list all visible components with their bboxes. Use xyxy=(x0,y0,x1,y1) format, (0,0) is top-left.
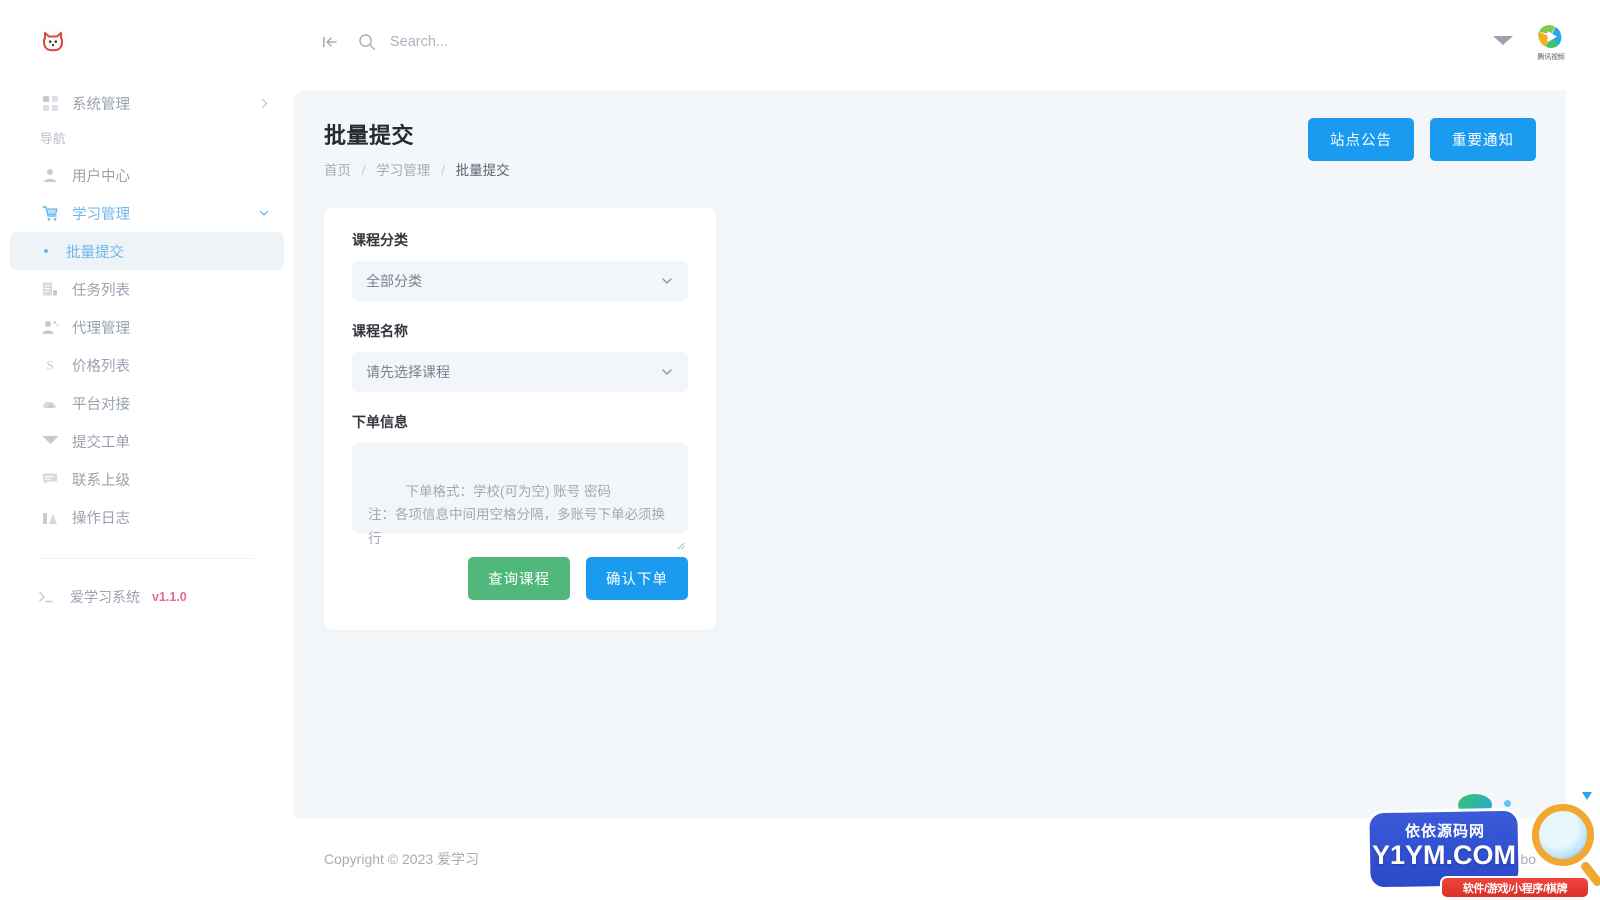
price-s-icon: S xyxy=(40,355,60,375)
page-header: 批量提交 首页 / 学习管理 / 批量提交 站点公告 重要通知 xyxy=(324,118,1536,179)
envelope-icon xyxy=(40,431,60,451)
page-actions: 站点公告 重要通知 xyxy=(1308,118,1536,161)
sidebar-item-label: 操作日志 xyxy=(72,510,130,527)
sidebar-subitem-label: 批量提交 xyxy=(66,244,124,261)
app-root: 系统管理 导航 用户中心 学习管理 批量提交 任务列表 代理管理 S 价格列表 … xyxy=(0,0,1600,900)
chart-bars-icon xyxy=(40,507,60,527)
sidebar-item-task-list[interactable]: 任务列表 xyxy=(10,270,284,308)
sidebar-item-contact-superior[interactable]: 联系上级 xyxy=(10,460,284,498)
chevron-down-icon xyxy=(660,274,674,288)
sidebar-item-submit-ticket[interactable]: 提交工单 xyxy=(10,422,284,460)
order-info-textarea[interactable]: 下单格式：学校(可为空) 账号 密码 注：各项信息中间用空格分隔，多账号下单必须… xyxy=(352,443,688,550)
version-badge: v1.1.0 xyxy=(152,590,187,604)
query-course-button[interactable]: 查询课程 xyxy=(468,557,570,600)
sidebar-item-label: 提交工单 xyxy=(72,434,130,451)
cart-icon xyxy=(40,203,60,223)
tencent-video-icon[interactable]: 腾讯视频 xyxy=(1536,23,1566,62)
envelope-icon[interactable] xyxy=(1492,34,1514,50)
sidebar-item-label: 价格列表 xyxy=(72,358,130,375)
course-name-value: 请先选择课程 xyxy=(366,364,450,380)
breadcrumb-separator: / xyxy=(361,163,366,178)
sidebar-item-user-center[interactable]: 用户中心 xyxy=(10,156,284,194)
sidebar-item-study-management[interactable]: 学习管理 xyxy=(10,194,284,232)
sidebar: 系统管理 导航 用户中心 学习管理 批量提交 任务列表 代理管理 S 价格列表 … xyxy=(0,0,294,900)
message-icon xyxy=(40,469,60,489)
page-title: 批量提交 xyxy=(324,123,415,148)
terminal-icon xyxy=(38,590,58,604)
svg-text:S: S xyxy=(46,358,53,373)
sidebar-item-label: 联系上级 xyxy=(72,472,130,489)
sidebar-divider xyxy=(40,558,254,559)
confirm-order-button[interactable]: 确认下单 xyxy=(586,557,688,600)
order-info-placeholder: 下单格式：学校(可为空) 账号 密码 注：各项信息中间用空格分隔，多账号下单必须… xyxy=(368,484,665,546)
sidebar-item-price-list[interactable]: S 价格列表 xyxy=(10,346,284,384)
breadcrumb-separator: / xyxy=(441,163,445,178)
chevron-down-icon xyxy=(258,207,270,219)
breadcrumb-item-home[interactable]: 首页 xyxy=(324,163,351,178)
sidebar-item-operation-log[interactable]: 操作日志 xyxy=(10,498,284,536)
topbar: Search... 腾讯视频 xyxy=(294,0,1600,84)
content-panel: 批量提交 首页 / 学习管理 / 批量提交 站点公告 重要通知 课程分类 全部分… xyxy=(294,90,1566,818)
sidebar-item-label: 任务列表 xyxy=(72,282,130,299)
main-area: Search... 腾讯视频 批量提交 首页 / 学习管理 / 批量提交 站点公… xyxy=(294,0,1600,900)
chevron-down-icon xyxy=(660,365,674,379)
topbar-right: 腾讯视频 xyxy=(1492,23,1566,62)
brand-caption: 腾讯视频 xyxy=(1537,53,1565,61)
resize-handle-icon[interactable] xyxy=(675,520,685,550)
course-category-value: 全部分类 xyxy=(366,273,422,289)
sidebar-subitem-batch-submit[interactable]: 批量提交 xyxy=(10,232,284,270)
cat-logo-icon xyxy=(38,27,68,57)
agents-icon xyxy=(40,317,60,337)
footer-right-text[interactable]: Abo xyxy=(1511,851,1536,867)
course-category-select[interactable]: 全部分类 xyxy=(352,261,688,301)
task-list-icon xyxy=(40,279,60,299)
sidebar-footer-label: 爱学习系统 xyxy=(70,589,140,605)
copyright-text: Copyright © 2023 爱学习 xyxy=(324,851,480,867)
grid-icon xyxy=(40,93,60,113)
sidebar-item-system-management[interactable]: 系统管理 xyxy=(10,84,284,122)
breadcrumb: 首页 / 学习管理 / 批量提交 xyxy=(324,159,510,179)
site-announcement-button[interactable]: 站点公告 xyxy=(1308,118,1414,161)
sidebar-item-label: 学习管理 xyxy=(72,206,130,223)
course-name-label: 课程名称 xyxy=(352,323,408,339)
breadcrumb-item-current: 批量提交 xyxy=(455,163,510,178)
sidebar-item-label: 用户中心 xyxy=(72,168,130,185)
search-placeholder: Search... xyxy=(390,34,449,50)
page-footer: Copyright © 2023 爱学习 Abo xyxy=(294,818,1566,900)
page-title-block: 批量提交 首页 / 学习管理 / 批量提交 xyxy=(324,118,510,179)
sidebar-footer[interactable]: 爱学习系统 v1.1.0 xyxy=(0,587,294,607)
order-info-label: 下单信息 xyxy=(352,414,408,430)
breadcrumb-item-study[interactable]: 学习管理 xyxy=(376,163,430,178)
logo-container[interactable] xyxy=(0,0,294,84)
search-input[interactable]: Search... xyxy=(358,33,448,51)
collapse-left-icon[interactable] xyxy=(322,34,342,50)
bullet-dot-icon xyxy=(44,249,48,253)
sidebar-item-platform-integration[interactable]: 平台对接 xyxy=(10,384,284,422)
course-name-select[interactable]: 请先选择课程 xyxy=(352,352,688,392)
batch-submit-form: 课程分类 全部分类 课程名称 请先选择课程 下单信息 下单格式：学校(可为空) … xyxy=(324,208,716,630)
sidebar-section-label: 导航 xyxy=(40,132,67,146)
important-notice-button[interactable]: 重要通知 xyxy=(1430,118,1536,161)
sidebar-item-label: 系统管理 xyxy=(72,96,130,113)
sidebar-item-agent-management[interactable]: 代理管理 xyxy=(10,308,284,346)
sidebar-item-label: 代理管理 xyxy=(72,320,130,337)
chevron-right-icon xyxy=(259,98,270,109)
cloud-icon xyxy=(40,393,60,413)
course-category-label: 课程分类 xyxy=(352,232,408,248)
user-icon xyxy=(40,165,60,185)
search-icon xyxy=(358,33,376,51)
sidebar-item-label: 平台对接 xyxy=(72,396,130,413)
